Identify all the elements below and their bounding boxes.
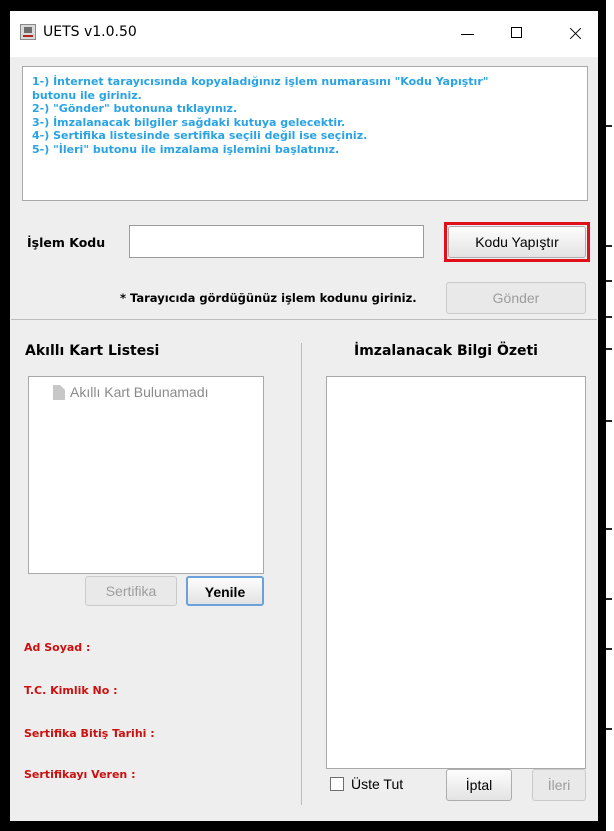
id-no-label: T.C. Kimlik No : bbox=[24, 684, 118, 697]
summary-title: İmzalanacak Bilgi Özeti bbox=[354, 343, 538, 359]
expiry-date-label: Sertifika Bitiş Tarihi : bbox=[24, 727, 155, 740]
close-icon[interactable] bbox=[552, 11, 598, 57]
summary-box[interactable] bbox=[326, 376, 586, 769]
horizontal-separator bbox=[11, 319, 597, 320]
card-list-title: Akıllı Kart Listesi bbox=[25, 343, 160, 359]
document-icon bbox=[53, 385, 65, 400]
window-title: UETS v1.0.50 bbox=[43, 24, 137, 40]
window-frame: UETS v1.0.50 1-) İnternet tarayıcısında … bbox=[0, 0, 606, 831]
card-list-item-label: Akıllı Kart Bulunamadı bbox=[70, 384, 209, 400]
card-list[interactable]: Akıllı Kart Bulunamadı bbox=[28, 376, 264, 574]
minimize-icon[interactable] bbox=[444, 11, 490, 57]
cancel-button[interactable]: İptal bbox=[446, 769, 512, 801]
title-bar: UETS v1.0.50 bbox=[10, 11, 598, 57]
vertical-separator bbox=[301, 343, 302, 805]
certificate-button[interactable]: Sertifika bbox=[85, 576, 177, 606]
next-button[interactable]: İleri bbox=[532, 769, 586, 801]
refresh-button[interactable]: Yenile bbox=[186, 576, 264, 606]
islem-kodu-label: İşlem Kodu bbox=[27, 235, 106, 250]
keep-on-top-checkbox[interactable] bbox=[330, 777, 344, 791]
instructions-box: 1-) İnternet tarayıcısında kopyaladığını… bbox=[22, 66, 588, 201]
java-app-icon bbox=[20, 24, 36, 40]
instruction-line: butonu ile giriniz. bbox=[32, 88, 142, 102]
islem-kodu-input[interactable] bbox=[129, 225, 424, 258]
name-label: Ad Soyad : bbox=[24, 641, 91, 654]
maximize-icon[interactable] bbox=[494, 11, 540, 57]
uets-window: UETS v1.0.50 1-) İnternet tarayıcısında … bbox=[10, 11, 598, 821]
instruction-line: 2-) "Gönder" butonuna tıklayınız. bbox=[32, 102, 238, 115]
instruction-line: 4-) Sertifika listesinde sertifika seçil… bbox=[32, 129, 368, 142]
issuer-label: Sertifikayı Veren : bbox=[24, 768, 136, 781]
send-button[interactable]: Gönder bbox=[446, 282, 586, 314]
instruction-line: 1-) İnternet tarayıcısında kopyaladığını… bbox=[32, 75, 489, 88]
instruction-line: 3-) İmzalanacak bilgiler sağdaki kutuya … bbox=[32, 115, 346, 129]
instruction-line: 5-) "İleri" butonu ile imzalama işlemini… bbox=[32, 142, 340, 156]
paste-code-button[interactable]: Kodu Yapıştır bbox=[448, 226, 586, 258]
keep-on-top-label: Üste Tut bbox=[351, 776, 404, 792]
code-hint-text: * Tarayıcıda gördüğünüz işlem kodunu gir… bbox=[120, 291, 417, 305]
